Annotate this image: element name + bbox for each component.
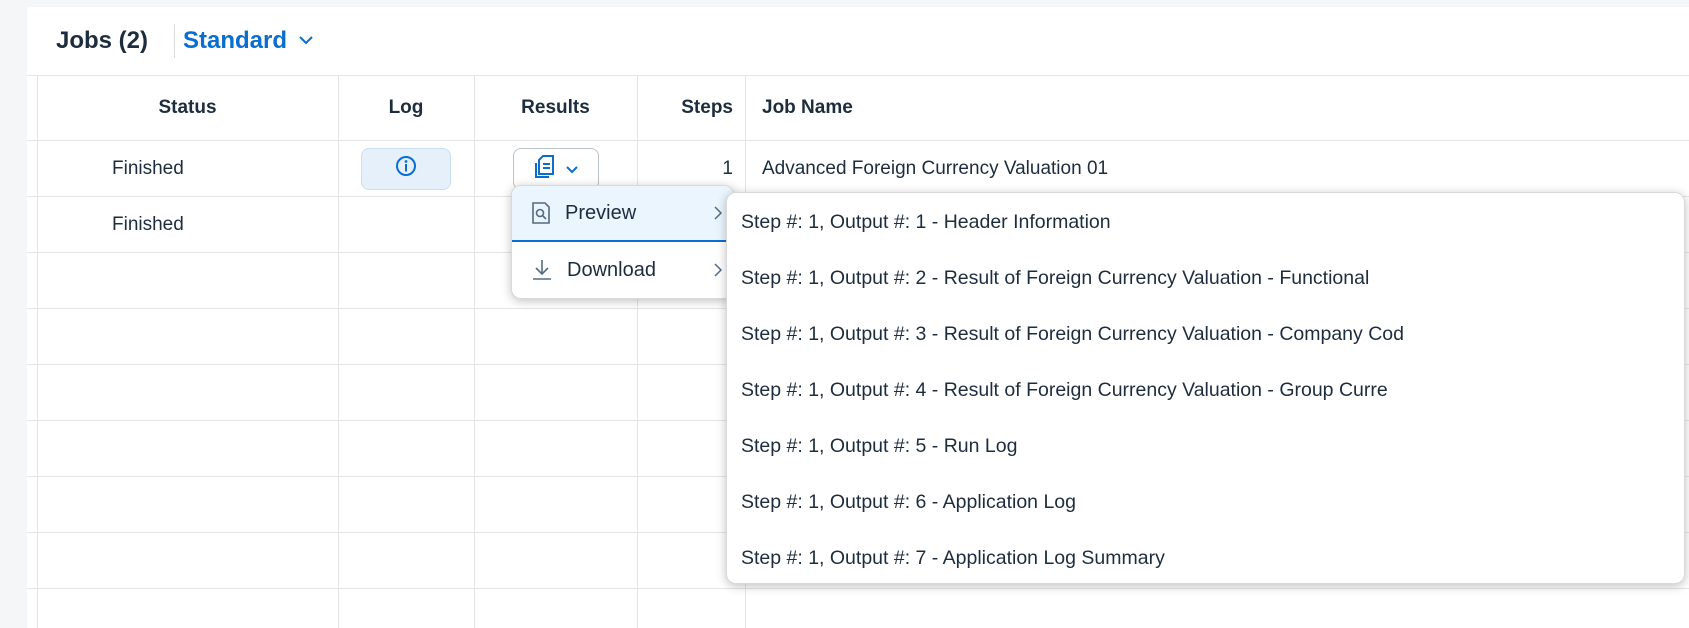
chevron-right-icon <box>713 263 723 277</box>
status-cell: Finished <box>112 157 184 179</box>
preview-output-item[interactable]: Step #: 1, Output #: 4 - Result of Forei… <box>727 362 1684 418</box>
info-icon <box>395 155 417 183</box>
preview-output-item[interactable]: Step #: 1, Output #: 2 - Result of Forei… <box>727 250 1684 306</box>
column-header-steps[interactable]: Steps <box>637 76 733 140</box>
column-header-log[interactable]: Log <box>338 76 474 140</box>
table-toolbar: Jobs (2) Standard <box>27 7 1689 76</box>
status-cell: Finished <box>112 213 184 235</box>
preview-icon <box>531 201 551 225</box>
table-header-row: Status Log Results Steps Job Name <box>27 76 1689 141</box>
toolbar-separator <box>174 24 175 58</box>
table-row[interactable]: Finished 1 Advanced Foreign Currency Val… <box>27 141 1689 197</box>
chevron-down-icon <box>565 158 578 180</box>
chevron-down-icon <box>299 32 313 50</box>
preview-output-item[interactable]: Step #: 1, Output #: 6 - Application Log <box>727 474 1684 530</box>
menu-item-label: Preview <box>565 201 637 224</box>
variant-label: Standard <box>183 27 288 54</box>
variant-selector[interactable]: Standard <box>183 24 313 58</box>
log-cell <box>338 141 474 196</box>
jobs-title: Jobs (2) <box>56 27 149 54</box>
chevron-right-icon <box>713 206 723 220</box>
preview-output-item[interactable]: Step #: 1, Output #: 5 - Run Log <box>727 418 1684 474</box>
column-header-results[interactable]: Results <box>474 76 637 140</box>
preview-submenu: Step #: 1, Output #: 1 - Header Informat… <box>726 192 1685 584</box>
log-button[interactable] <box>361 147 451 190</box>
preview-output-item[interactable]: Step #: 1, Output #: 3 - Result of Forei… <box>727 306 1684 362</box>
documents-icon <box>534 154 558 184</box>
preview-output-item[interactable]: Step #: 1, Output #: 1 - Header Informat… <box>727 194 1684 250</box>
job-name-cell: Advanced Foreign Currency Valuation 01 <box>762 157 1109 179</box>
column-header-status[interactable]: Status <box>37 76 338 140</box>
column-header-job-name[interactable]: Job Name <box>762 76 1362 140</box>
menu-item-label: Download <box>567 258 656 281</box>
menu-item-download[interactable]: Download <box>512 242 733 298</box>
results-menu: Preview Download <box>511 185 734 299</box>
download-icon <box>531 258 553 282</box>
preview-output-item[interactable]: Step #: 1, Output #: 7 - Application Log… <box>727 530 1684 586</box>
results-menu-button[interactable] <box>512 147 599 190</box>
menu-item-preview[interactable]: Preview <box>512 186 733 242</box>
